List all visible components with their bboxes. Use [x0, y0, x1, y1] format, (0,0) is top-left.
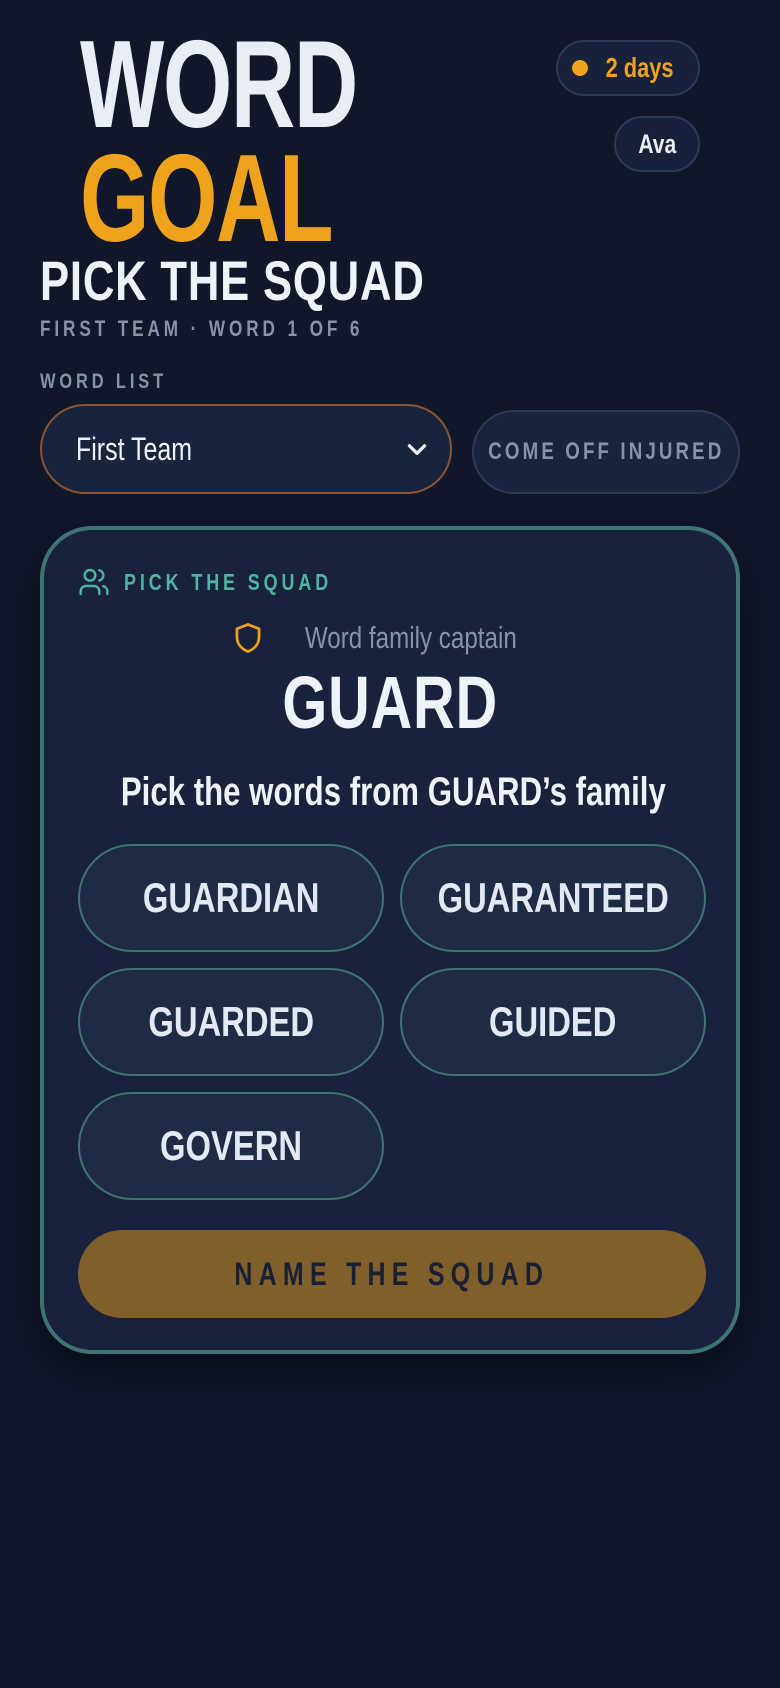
- user-name: Ava: [638, 128, 676, 159]
- captain-word: GUARD: [282, 661, 498, 744]
- word-option-label: GUARDIAN: [142, 874, 320, 921]
- word-option-label: GOVERN: [160, 1122, 302, 1169]
- name-the-squad-button[interactable]: NAME THE SQUAD: [78, 1230, 706, 1318]
- word-option-label: GUARDED: [148, 998, 314, 1045]
- shield-icon: [235, 623, 261, 653]
- card-header-label: PICK THE SQUAD: [124, 568, 333, 595]
- name-the-squad-label: NAME THE SQUAD: [234, 1255, 550, 1292]
- word-option-guardian[interactable]: GUARDIAN: [78, 844, 384, 952]
- come-off-injured-button[interactable]: COME OFF INJURED: [472, 410, 740, 494]
- word-list-label: WORD LIST: [40, 370, 168, 393]
- word-option-guarded[interactable]: GUARDED: [78, 968, 384, 1076]
- word-option-guided[interactable]: GUIDED: [400, 968, 706, 1076]
- word-option-guaranteed[interactable]: GUARANTEED: [400, 844, 706, 952]
- streak-badge[interactable]: 2 days: [556, 40, 700, 96]
- word-option-label: GUIDED: [489, 998, 617, 1045]
- instruction-text: Pick the words from GUARD’s family: [120, 770, 666, 814]
- card-header: PICK THE SQUAD: [78, 566, 391, 598]
- logo-goal: GOAL: [80, 130, 334, 269]
- user-button[interactable]: Ava: [614, 116, 700, 172]
- captain-caption-label: Word family captain: [305, 620, 517, 655]
- page-title: PICK THE SQUAD: [40, 249, 425, 312]
- streak-label: 2 days: [605, 52, 674, 83]
- dot-icon: [572, 60, 589, 76]
- word-option-govern[interactable]: GOVERN: [78, 1092, 384, 1200]
- app-logo: WORD GOAL: [80, 16, 465, 269]
- captain-caption: Word family captain: [44, 620, 736, 656]
- users-icon: [79, 568, 109, 596]
- page-subtitle: FIRST TEAM · WORD 1 OF 6: [40, 316, 364, 341]
- word-option-label: GUARANTEED: [437, 874, 669, 921]
- word-list-value: First Team: [76, 430, 193, 467]
- logo-word: WORD: [80, 16, 358, 154]
- squad-card: PICK THE SQUAD Word family captain GUARD…: [40, 526, 740, 1354]
- chevron-down-icon: [407, 444, 427, 455]
- come-off-injured-label: COME OFF INJURED: [487, 438, 725, 465]
- word-list-select[interactable]: First Team: [40, 404, 452, 494]
